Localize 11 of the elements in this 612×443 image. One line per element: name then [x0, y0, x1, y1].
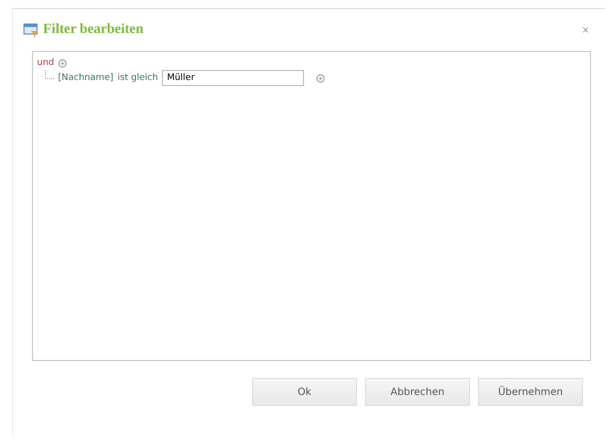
- operator-label[interactable]: und: [37, 58, 54, 68]
- add-icon[interactable]: [316, 74, 325, 82]
- dialog-button[interactable]: Übernehmen: [478, 378, 583, 406]
- dialog-button[interactable]: Ok: [252, 378, 357, 406]
- value-field[interactable]: Müller: [162, 70, 304, 86]
- comparison-operator[interactable]: ist gleich: [117, 73, 158, 83]
- dialog-button[interactable]: Abbrechen: [365, 378, 470, 406]
- field-name[interactable]: [Nachname]: [58, 73, 114, 83]
- filter-edit-icon: [23, 22, 39, 38]
- window-title: Filter bearbeiten: [43, 22, 144, 38]
- add-icon[interactable]: [58, 58, 68, 68]
